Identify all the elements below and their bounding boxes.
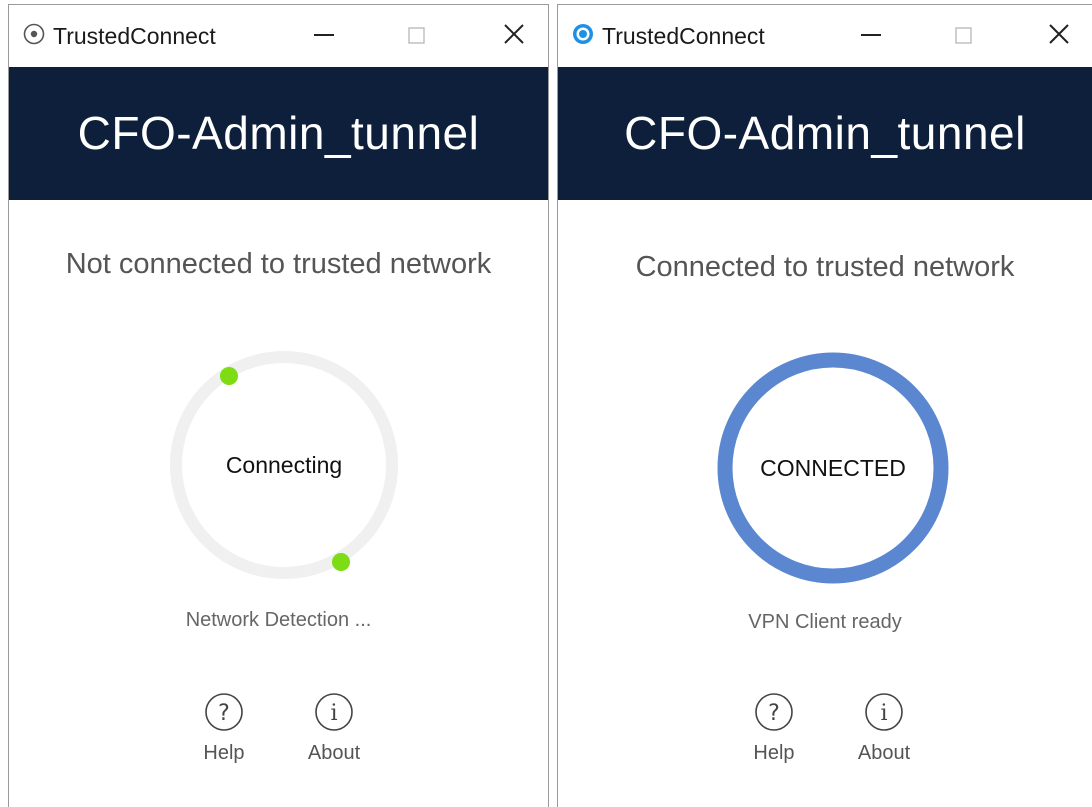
help-label: Help	[753, 742, 795, 764]
about-label: About	[857, 742, 911, 764]
about-button[interactable]: i About	[299, 690, 369, 780]
window-title: TrustedConnect	[602, 23, 765, 49]
app-icon	[572, 23, 594, 45]
info-icon: i	[865, 693, 903, 731]
help-icon: ?	[755, 693, 793, 731]
connection-ring[interactable]: Connecting	[164, 345, 404, 585]
close-button[interactable]	[493, 17, 535, 53]
svg-text:?: ?	[218, 701, 230, 726]
network-status-text: Not connected to trusted network	[65, 248, 492, 280]
help-icon: ?	[205, 693, 243, 731]
tunnel-banner: CFO-Admin_tunnel	[9, 67, 548, 200]
help-button[interactable]: ? Help	[739, 690, 809, 780]
tunnel-banner: CFO-Admin_tunnel	[558, 67, 1092, 200]
close-button[interactable]	[1038, 17, 1080, 53]
sub-status-text: Network Detection ...	[185, 609, 372, 631]
tunnel-name: CFO-Admin_tunnel	[77, 107, 480, 159]
about-label: About	[307, 742, 361, 764]
info-icon: i	[315, 693, 353, 731]
svg-text:i: i	[880, 701, 887, 726]
svg-text:?: ?	[768, 701, 780, 726]
minimize-button[interactable]	[303, 17, 345, 53]
ring-status-label: CONNECTED	[760, 455, 906, 481]
ring-status-label: Connecting	[225, 452, 343, 478]
help-label: Help	[203, 742, 245, 764]
app-icon	[23, 23, 45, 45]
connection-ring[interactable]: CONNECTED	[713, 348, 953, 588]
about-button[interactable]: i About	[849, 690, 919, 780]
title-bar[interactable]: TrustedConnect	[558, 5, 1092, 67]
trustedconnect-window-connecting: TrustedConnect CFO-Admin_tunnel Not conn…	[8, 4, 549, 807]
sub-status-text: VPN Client ready	[748, 611, 902, 633]
trustedconnect-window-connected: TrustedConnect CFO-Admin_tunnel Connecte…	[557, 4, 1092, 807]
maximize-button[interactable]	[395, 17, 437, 53]
network-status-text: Connected to trusted network	[635, 251, 1015, 283]
tunnel-name: CFO-Admin_tunnel	[624, 107, 1026, 159]
title-bar[interactable]: TrustedConnect	[9, 5, 548, 67]
maximize-button[interactable]	[942, 17, 984, 53]
svg-text:i: i	[330, 701, 337, 726]
help-button[interactable]: ? Help	[189, 690, 259, 780]
minimize-button[interactable]	[850, 17, 892, 53]
window-title: TrustedConnect	[53, 23, 216, 49]
